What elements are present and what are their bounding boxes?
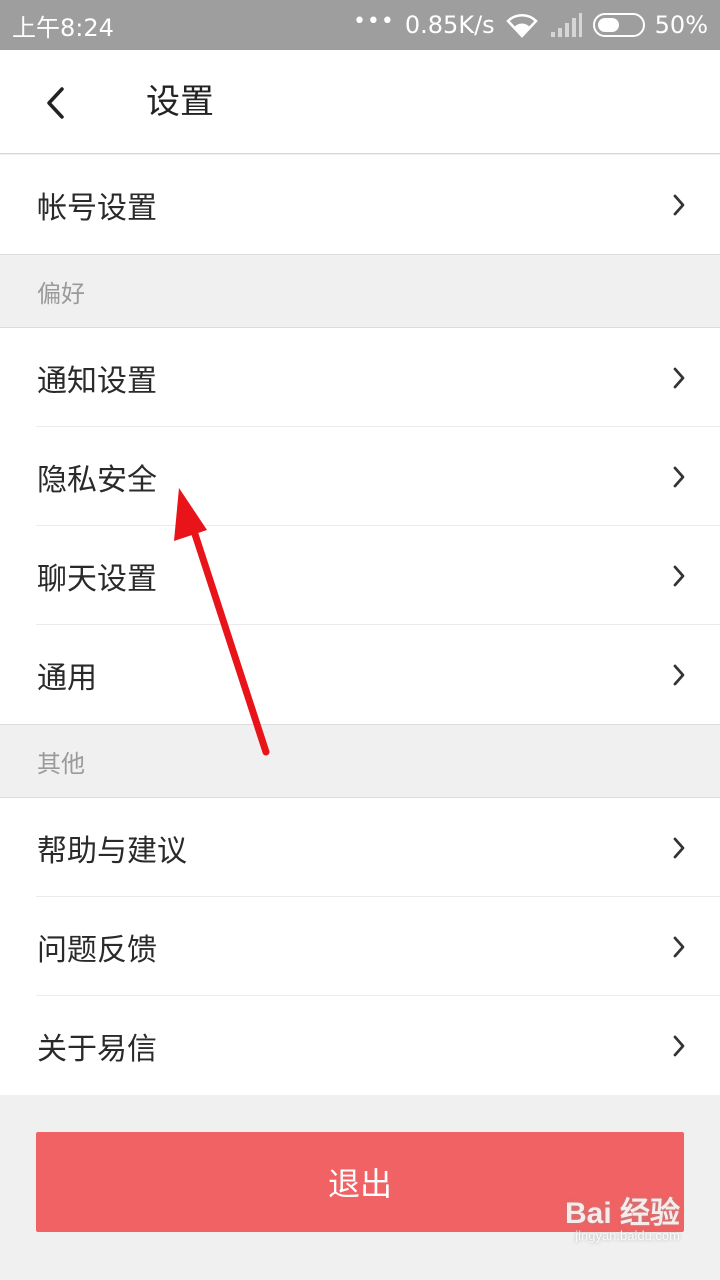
section-label: 偏好: [37, 279, 85, 308]
row-label: 通用: [37, 660, 97, 696]
chevron-right-icon: [673, 936, 685, 957]
row-label: 问题反馈: [37, 932, 157, 968]
status-bar: 上午8:24 ••• 0.85K/s 50%: [0, 0, 720, 50]
more-dots: •••: [352, 8, 395, 34]
watermark-url: jingyan.baidu.com: [575, 1228, 680, 1243]
watermark-brand: Bai 经验: [564, 1197, 680, 1230]
chevron-right-icon: [673, 1035, 685, 1056]
battery-fill: [597, 18, 619, 32]
wifi-icon: [505, 14, 538, 38]
row-label: 帮助与建议: [37, 833, 187, 869]
section-label: 其他: [37, 749, 85, 778]
row-label: 帐号设置: [37, 190, 157, 226]
chevron-right-icon: [673, 565, 685, 586]
row-label: 关于易信: [37, 1031, 157, 1067]
section-header-preferences: 偏好: [0, 254, 720, 328]
row-label: 聊天设置: [37, 561, 157, 597]
row-about[interactable]: 关于易信: [0, 996, 720, 1095]
chevron-right-icon: [673, 367, 685, 388]
back-button[interactable]: [30, 78, 80, 128]
chevron-right-icon: [673, 194, 685, 215]
row-general[interactable]: 通用: [0, 625, 720, 724]
page-title: 设置: [146, 82, 214, 122]
row-feedback[interactable]: 问题反馈: [0, 897, 720, 996]
row-help-suggestions[interactable]: 帮助与建议: [0, 798, 720, 897]
row-chat-settings[interactable]: 聊天设置: [0, 526, 720, 625]
battery-percent: 50%: [654, 11, 708, 39]
row-label: 隐私安全: [37, 462, 157, 498]
row-notification-settings[interactable]: 通知设置: [0, 328, 720, 427]
section-header-others: 其他: [0, 724, 720, 798]
app-header: 设置: [0, 50, 720, 154]
row-label: 通知设置: [37, 363, 157, 399]
chevron-right-icon: [673, 837, 685, 858]
row-account-settings[interactable]: 帐号设置: [0, 155, 720, 254]
row-privacy-security[interactable]: 隐私安全: [0, 427, 720, 526]
baidu-watermark-logo: Bai 经验 jingyan.baidu.com: [565, 1188, 680, 1243]
chevron-left-icon: [47, 87, 64, 119]
chevron-right-icon: [673, 466, 685, 487]
status-time: 上午8:24: [12, 13, 114, 42]
network-speed: 0.85K/s: [404, 11, 495, 39]
battery-icon: [592, 13, 645, 37]
settings-list: 帐号设置 偏好 通知设置 隐私安全 聊天设置 通用 其他 帮助与建议 问题反馈 …: [0, 155, 720, 1095]
chevron-right-icon: [673, 664, 685, 685]
signal-icon: [550, 13, 582, 37]
settings-screen: 上午8:24 ••• 0.85K/s 50% 设置 帐号设置 偏好 通知设置 隐…: [0, 0, 720, 1280]
